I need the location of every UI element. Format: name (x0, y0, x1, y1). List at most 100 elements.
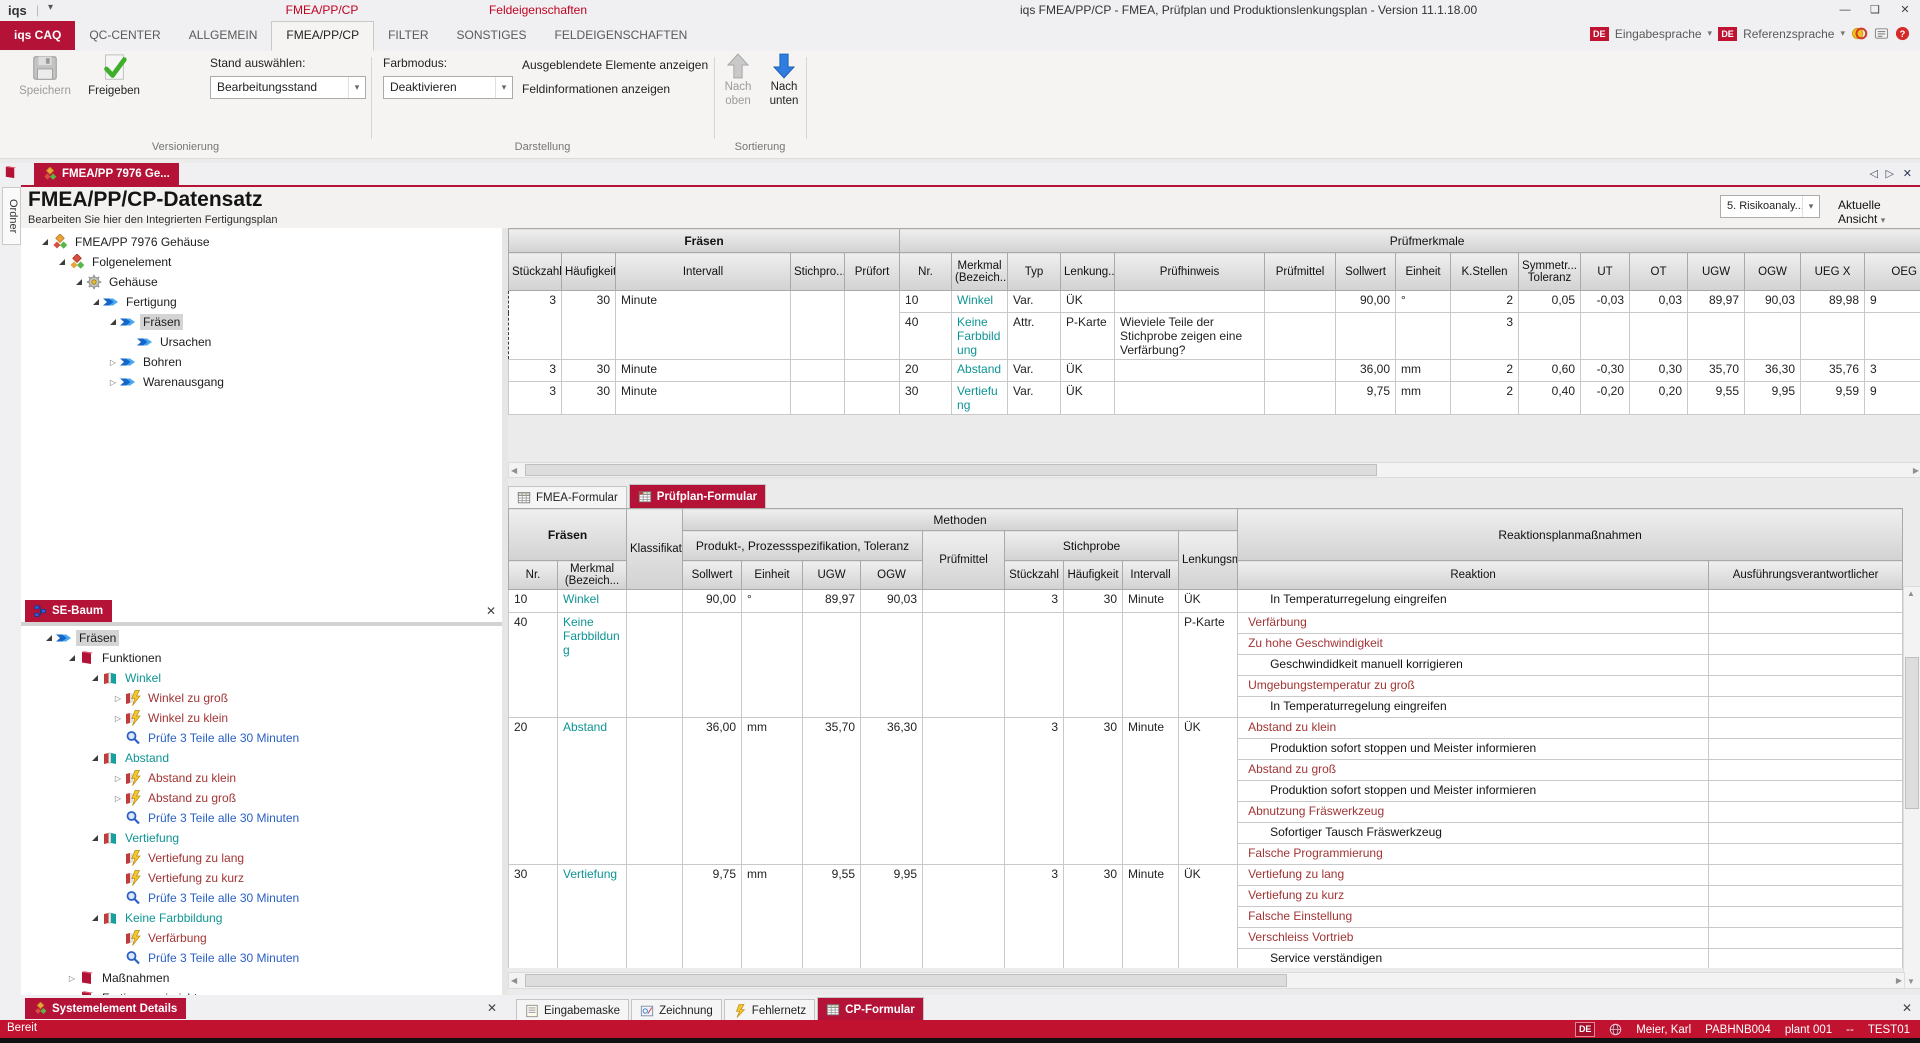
cell-nr[interactable]: 40 (900, 313, 952, 360)
cell-oeg_x[interactable]: 9 (1865, 291, 1920, 313)
maximize-icon[interactable]: ❑ (1860, 0, 1890, 20)
cell-einheit[interactable]: mm (742, 718, 803, 865)
cell-ueg_x[interactable] (1801, 313, 1865, 360)
cell-intervall[interactable]: Minute (1123, 865, 1179, 969)
close-window-icon[interactable]: ✕ (1890, 0, 1920, 20)
cell-einheit[interactable]: ° (1396, 291, 1451, 313)
cell-ausfuehrungsverantwortlicher[interactable] (1709, 634, 1903, 655)
column-header[interactable]: UT (1581, 253, 1630, 291)
cell-intervall[interactable]: Minute (616, 360, 791, 382)
chevron-down-icon[interactable]: ▾ (495, 77, 512, 98)
input-language-flag-icon[interactable]: DE (1590, 27, 1609, 41)
column-header[interactable]: Symmetr... Toleranz (1519, 253, 1581, 291)
se-baum-item[interactable]: Vertiefung zu kurz (21, 868, 502, 888)
column-header[interactable]: Stückzahl (509, 253, 562, 291)
cell-haeufigkeit[interactable]: 30 (562, 360, 616, 382)
cell-reaktion-ursache[interactable]: Abstand zu klein (1238, 718, 1709, 739)
cell-pruefmittel[interactable] (1265, 382, 1336, 415)
cell-symmetr[interactable]: 0,40 (1519, 382, 1581, 415)
se-baum-item[interactable]: Winkel (21, 668, 502, 688)
cell-stueckzahl[interactable] (1005, 613, 1064, 718)
expander-open-icon[interactable] (89, 835, 101, 841)
cell-lenkung[interactable]: ÜK (1061, 360, 1115, 382)
expander-closed-icon[interactable]: ▷ (107, 358, 119, 367)
cell-symmetr[interactable] (1519, 313, 1581, 360)
column-header[interactable]: OGW (1745, 253, 1801, 291)
column-header[interactable]: Stückzahl (1005, 561, 1064, 590)
cell-stueckzahl[interactable]: 3 (1005, 590, 1064, 613)
cell-oeg_x[interactable]: 3 (1865, 360, 1920, 382)
cell-stueckzahl[interactable]: 3 (1005, 865, 1064, 969)
cell-merkmal[interactable]: Winkel (952, 291, 1008, 313)
cell-ueg_x[interactable]: 9,59 (1801, 382, 1865, 415)
cell-ausfuehrungsverantwortlicher[interactable] (1709, 823, 1903, 844)
ordner-tree-item[interactable]: Fräsen (21, 312, 502, 332)
cell-sollwert[interactable]: 36,00 (1336, 360, 1396, 382)
cell-einheit[interactable]: mm (742, 865, 803, 969)
cell-pruefort[interactable] (845, 291, 900, 360)
expander-closed-icon[interactable]: ▷ (112, 794, 124, 803)
cell-klassifikation[interactable] (627, 865, 683, 969)
ribbon-tab-filter[interactable]: FILTER (374, 21, 442, 50)
ordner-tree-item[interactable]: Fertigung (21, 292, 502, 312)
cell-reaktion-massnahme[interactable]: In Temperaturregelung eingreifen (1238, 590, 1709, 613)
cell-lenkung[interactable]: ÜK (1061, 291, 1115, 313)
cell-stueckzahl[interactable]: 3 (509, 360, 562, 382)
cell-intervall[interactable]: Minute (616, 291, 791, 360)
current-view-menu[interactable]: Aktuelle Ansicht ▾ (1838, 198, 1920, 226)
cell-typ[interactable]: Var. (1008, 382, 1061, 415)
cell-reaktion-massnahme[interactable]: Geschwindidkeit manuell korrigieren (1238, 655, 1709, 676)
cell-ugw[interactable] (1688, 313, 1745, 360)
expander-closed-icon[interactable]: ▷ (107, 378, 119, 387)
cell-intervall[interactable]: Minute (1123, 590, 1179, 613)
cell-ausfuehrungsverantwortlicher[interactable] (1709, 886, 1903, 907)
cell-merkmal[interactable]: Keine Farbbildung (558, 613, 627, 718)
cell-sollwert[interactable] (683, 613, 742, 718)
cell-klassifikation[interactable] (627, 613, 683, 718)
column-header[interactable]: Prüfort (845, 253, 900, 291)
cell-einheit[interactable]: mm (1396, 382, 1451, 415)
close-se-baum-icon[interactable]: ✕ (486, 604, 496, 618)
se-baum-item[interactable]: Prüfe 3 Teile alle 30 Minuten (21, 728, 502, 748)
cell-ausfuehrungsverantwortlicher[interactable] (1709, 802, 1903, 823)
cell-pruefmittel[interactable] (923, 590, 1005, 613)
cell-ausfuehrungsverantwortlicher[interactable] (1709, 781, 1903, 802)
cell-ausfuehrungsverantwortlicher[interactable] (1709, 718, 1903, 739)
cell-pruefort[interactable] (845, 360, 900, 382)
expander-open-icon[interactable] (66, 655, 78, 661)
cell-ausfuehrungsverantwortlicher[interactable] (1709, 590, 1903, 613)
column-header[interactable]: OT (1630, 253, 1688, 291)
bottom-tab-fehlernetz[interactable]: Fehlernetz (724, 999, 815, 1022)
top-grid-hscrollbar[interactable]: ◀ ▶ (508, 462, 1920, 478)
expander-closed-icon[interactable]: ▷ (112, 694, 124, 703)
cell-nr[interactable]: 10 (900, 291, 952, 313)
cell-ugw[interactable] (803, 613, 861, 718)
cell-ugw[interactable]: 89,97 (1688, 291, 1745, 313)
cell-haeufigkeit[interactable]: 30 (562, 291, 616, 360)
scroll-up-icon[interactable]: ▲ (1907, 589, 1915, 598)
cell-ogw[interactable]: 90,03 (1745, 291, 1801, 313)
bottom-tab-eingabemaske[interactable]: Eingabemaske (516, 999, 629, 1022)
cell-ausfuehrungsverantwortlicher[interactable] (1709, 613, 1903, 634)
column-header[interactable]: OEG X (1865, 253, 1920, 291)
reference-language-flag-icon[interactable]: DE (1718, 27, 1737, 41)
cell-ausfuehrungsverantwortlicher[interactable] (1709, 697, 1903, 718)
cell-reaktion-ursache[interactable]: Verfärbung (1238, 613, 1709, 634)
cell-stueckzahl[interactable]: 3 (509, 382, 562, 415)
quick-access-menu-icon[interactable]: ▾ (48, 2, 53, 13)
document-tab[interactable]: FMEA/PP 7976 Ge... (34, 163, 179, 185)
chevron-down-icon[interactable]: ▾ (348, 77, 365, 98)
cell-ausfuehrungsverantwortlicher[interactable] (1709, 760, 1903, 781)
cell-ausfuehrungsverantwortlicher[interactable] (1709, 739, 1903, 760)
cell-sollwert[interactable]: 36,00 (683, 718, 742, 865)
column-header[interactable]: Häufigkeit (562, 253, 616, 291)
cell-symmetr[interactable]: 0,60 (1519, 360, 1581, 382)
cell-pruefmittel[interactable] (1265, 291, 1336, 313)
cell-ogw[interactable]: 9,95 (1745, 382, 1801, 415)
se-baum-item[interactable]: ▷Winkel zu groß (21, 688, 502, 708)
cell-reaktion-massnahme[interactable]: In Temperaturregelung eingreifen (1238, 697, 1709, 718)
cell-symmetr[interactable]: 0,05 (1519, 291, 1581, 313)
report-list-icon[interactable] (1874, 26, 1889, 41)
column-header[interactable]: Einheit (1396, 253, 1451, 291)
cell-klassifikation[interactable] (627, 718, 683, 865)
